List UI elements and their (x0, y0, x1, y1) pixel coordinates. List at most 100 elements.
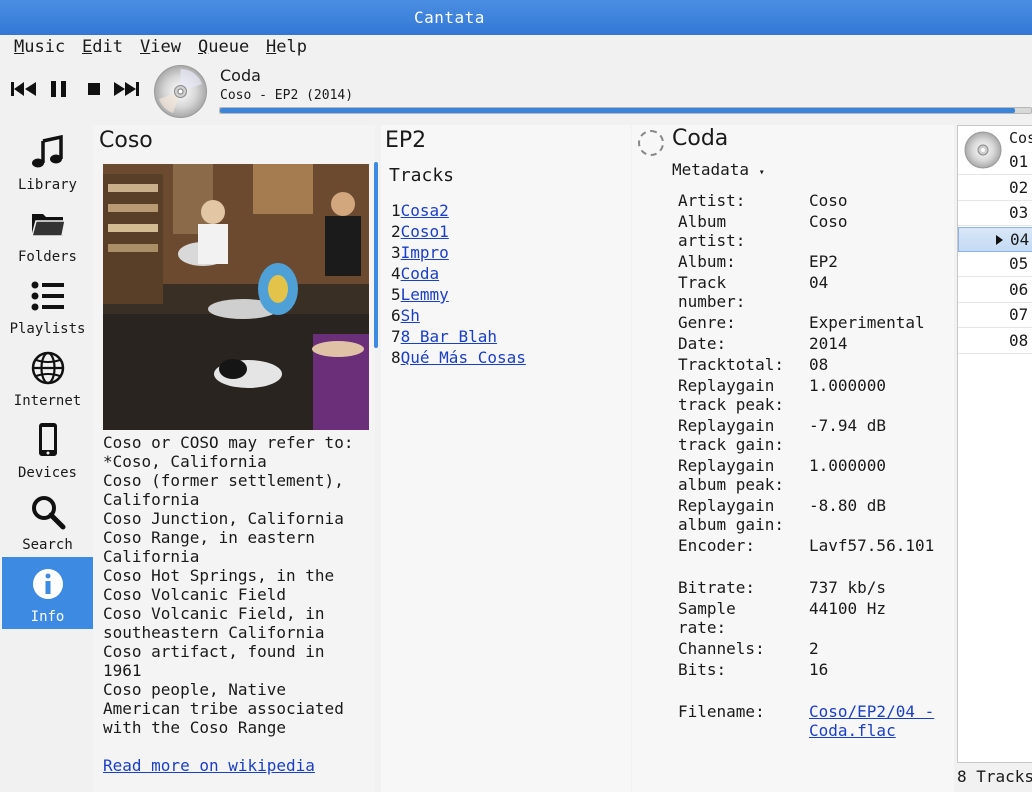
queue-track-number: 06 (1009, 279, 1029, 299)
track-row: 5Lemmy (391, 285, 526, 306)
sidebar-item-internet[interactable]: Internet (2, 341, 93, 413)
sidebar-label-search: Search (22, 537, 73, 553)
metadata-key: Encoder: (678, 536, 756, 555)
tracks-heading: Tracks (389, 165, 455, 186)
metadata-view-dropdown[interactable]: Metadata ▾ (672, 160, 765, 179)
artist-photo (103, 164, 369, 430)
metadata-row: Sample rate: 44100 Hz (678, 599, 950, 637)
sidebar-item-library[interactable]: Library (2, 125, 93, 197)
track-row: 78 Bar Blah (391, 327, 526, 348)
sidebar-label-devices: Devices (17, 465, 77, 481)
queue-track-number: 05 (1009, 254, 1029, 273)
track-number: 6 (391, 306, 401, 325)
queue-track-count: 8 Tracks (957, 767, 1032, 786)
list-icon (31, 281, 64, 311)
queue-row[interactable]: 04 (958, 226, 1032, 252)
metadata-row: Genre: Experimental (678, 313, 950, 332)
sidebar-label-folders: Folders (17, 249, 77, 265)
metadata-value: Coso (809, 191, 848, 210)
artist-scrollbar[interactable] (374, 162, 378, 348)
dropdown-arrow-icon: ▾ (758, 167, 765, 178)
stop-button[interactable] (87, 81, 115, 101)
metadata-row: Track number: 04 (678, 273, 950, 311)
metadata-value: 1.000000 (809, 376, 887, 395)
metadata-row: Channels: 2 (678, 639, 950, 658)
menu-music[interactable]: Music (14, 37, 65, 57)
track-link[interactable]: Impro (401, 243, 449, 262)
sidebar-label-library: Library (17, 177, 77, 193)
position-slider-fill (220, 108, 1015, 113)
queue-row[interactable]: 07 (958, 303, 1032, 328)
metadata-value: Coso (809, 212, 848, 231)
sidebar-item-info[interactable]: Info (2, 557, 93, 629)
metadata-key: Artist: (678, 191, 746, 210)
menu-queue[interactable]: Queue (198, 37, 249, 57)
metadata-row: Date: 2014 (678, 334, 950, 353)
folder-icon (31, 214, 66, 237)
menu-view[interactable]: View (140, 37, 181, 57)
sidebar-item-search[interactable]: Search (2, 485, 93, 557)
metadata-value: Experimental (809, 313, 925, 332)
track-link[interactable]: 8 Bar Blah (401, 327, 497, 346)
next-icon (114, 82, 139, 96)
position-slider[interactable] (219, 107, 1032, 114)
queue-row[interactable]: 06 (958, 278, 1032, 303)
metadata-row: Artist: Coso (678, 191, 950, 210)
queue-track-number: 03 (1009, 203, 1029, 222)
track-row: 8Qué Más Cosas (391, 348, 526, 369)
metadata-key (678, 557, 809, 576)
metadata-row: Album artist: Coso (678, 212, 950, 250)
track-number: 1 (391, 201, 401, 220)
metadata-key (678, 681, 809, 700)
metadata-value: 16 (809, 660, 829, 679)
metadata-row: Encoder: Lavf57.56.101 (678, 536, 950, 555)
queue-track-number: 02 (1009, 177, 1029, 197)
queue-row[interactable]: 05 (958, 252, 1032, 277)
metadata-value: 44100 Hz (809, 599, 887, 618)
track-number: 7 (391, 327, 401, 346)
menu-bar: Music Edit View Queue Help (0, 35, 1032, 59)
track-link[interactable]: Coda (401, 264, 440, 283)
metadata-row: Bitrate: 737 kb/s (678, 578, 950, 597)
sidebar-item-devices[interactable]: Devices (2, 413, 93, 485)
metadata-key: Sample rate: (678, 599, 736, 637)
track-list: 1Cosa2 2Coso1 3Impro 4Coda 5Lemmy 6Sh 78… (391, 201, 526, 369)
filename-link[interactable]: Coso/EP2/04 - Coda.flac (809, 702, 950, 740)
info-icon (33, 569, 63, 599)
track-link[interactable]: Lemmy (401, 285, 449, 304)
track-link[interactable]: Sh (401, 306, 420, 325)
pause-button[interactable] (50, 81, 78, 101)
queue-row[interactable]: 03 (958, 201, 1032, 226)
artist-bio: Coso or COSO may refer to: *Coso, Califo… (103, 433, 354, 737)
queue-track-number: 07 (1009, 305, 1029, 324)
metadata-key: Channels: (678, 639, 765, 658)
menu-edit[interactable]: Edit (82, 37, 123, 57)
metadata-key: Replaygain album peak: (678, 456, 784, 494)
metadata-key: Bits: (678, 660, 727, 679)
queue-row[interactable]: 01 (958, 150, 1032, 175)
metadata-row: Replaygain album gain: -8.80 dB (678, 496, 950, 534)
current-cover-icon (153, 64, 208, 119)
album-panel: EP2 Tracks 1Cosa2 2Coso1 3Impro 4Coda 5L… (381, 125, 631, 792)
previous-track-button[interactable] (11, 81, 39, 101)
track-number: 2 (391, 222, 401, 241)
metadata-key: Replaygain album gain: (678, 496, 784, 534)
track-link[interactable]: Cosa2 (401, 201, 449, 220)
menu-help[interactable]: Help (266, 37, 307, 57)
metadata-row: Album: EP2 (678, 252, 950, 271)
play-queue[interactable]: Coso 01 02 03 04 05 06 07 08 (957, 125, 1032, 763)
sidebar-item-playlists[interactable]: Playlists (2, 269, 93, 341)
metadata-value (809, 681, 950, 700)
wikipedia-link[interactable]: Read more on wikipedia (103, 756, 315, 775)
next-track-button[interactable] (114, 81, 142, 101)
search-icon (32, 496, 66, 530)
track-link[interactable]: Qué Más Cosas (401, 348, 526, 367)
track-row: 6Sh (391, 306, 526, 327)
track-link[interactable]: Coso1 (401, 222, 449, 241)
metadata-value: Lavf57.56.101 (809, 536, 935, 555)
queue-row[interactable]: 02 (958, 176, 1032, 201)
sidebar-item-folders[interactable]: Folders (2, 197, 93, 269)
queue-track-number: 08 (1009, 330, 1029, 350)
queue-row[interactable]: 08 (958, 329, 1032, 354)
sidebar-label-internet: Internet (13, 393, 82, 409)
